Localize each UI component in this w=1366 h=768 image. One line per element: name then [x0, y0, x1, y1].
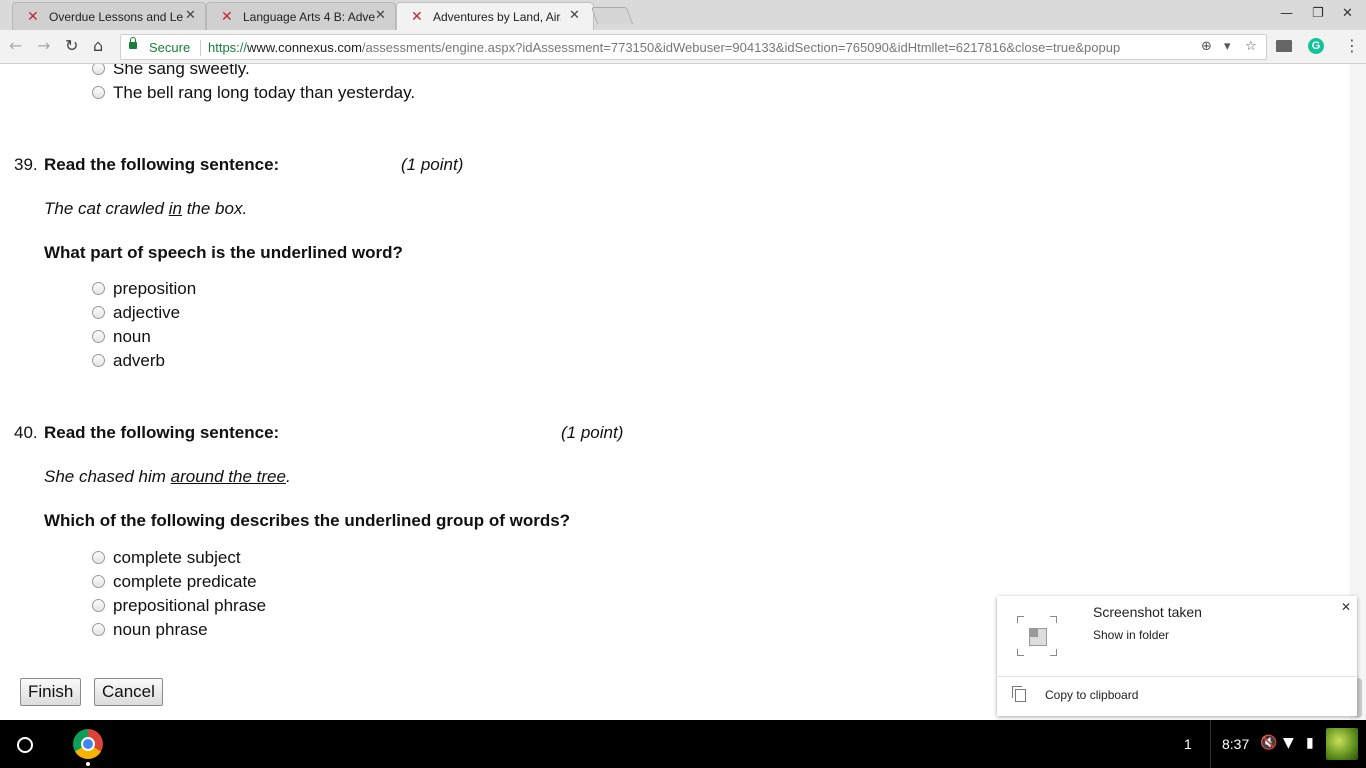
option-label: She sang sweetly.	[113, 64, 250, 78]
option-label: The bell rang long today than yesterday.	[113, 83, 416, 102]
new-tab-button[interactable]	[590, 7, 634, 24]
connexus-logo-icon: ✕	[411, 9, 423, 25]
option-label: prepositional phrase	[113, 596, 267, 615]
secure-label: Secure	[149, 40, 191, 55]
copy-to-clipboard-button[interactable]: Copy to clipboard	[1045, 688, 1138, 703]
radio-button[interactable]	[92, 330, 105, 343]
grammarly-extension-icon[interactable]: G	[1308, 38, 1324, 54]
connexus-logo-icon: ✕	[27, 9, 39, 25]
taskbar: 1 8:37 🔇 ▼ ▮	[0, 720, 1366, 768]
underlined-phrase: around the tree	[170, 467, 286, 486]
question-points: (1 point)	[561, 423, 624, 442]
option-label: complete predicate	[113, 572, 257, 591]
tab-close-icon[interactable]: ✕	[375, 8, 386, 24]
url-path: /assessments/engine.aspx?idAssessment=77…	[361, 40, 1121, 55]
clock[interactable]: 8:37	[1222, 735, 1249, 753]
address-bar[interactable]: Secure https://www.connexus.com/assessme…	[120, 34, 1267, 60]
question-number: 40.	[14, 423, 38, 442]
tab-title: Overdue Lessons and Le	[49, 10, 183, 24]
tab-language-arts[interactable]: ✕ Language Arts 4 B: Adve ✕	[206, 2, 396, 30]
question-sentence: The cat crawled in the box.	[44, 199, 247, 219]
forward-icon[interactable]: →	[37, 37, 50, 55]
url-host: www.connexus.com	[247, 40, 362, 55]
question-heading: Read the following sentence:	[44, 423, 280, 442]
wifi-icon[interactable]: ▼	[1283, 734, 1294, 752]
option-label: adjective	[113, 303, 181, 322]
notification-divider	[997, 676, 1357, 677]
running-indicator	[86, 762, 90, 766]
sentence-text: She chased him	[44, 467, 171, 486]
question-points: (1 point)	[401, 155, 464, 174]
show-in-folder-link[interactable]: Show in folder	[1093, 628, 1169, 643]
radio-button[interactable]	[92, 282, 105, 295]
home-icon[interactable]: ⌂	[93, 37, 103, 55]
tab-title: Language Arts 4 B: Adve	[243, 10, 375, 24]
question-heading: Read the following sentence:	[44, 155, 280, 174]
radio-button[interactable]	[92, 575, 105, 588]
sentence-text: .	[285, 467, 291, 486]
bookmark-star-icon[interactable]: ☆	[1245, 39, 1257, 55]
mail-extension-icon[interactable]	[1276, 40, 1292, 52]
url-text[interactable]: https://www.connexus.com/assessments/eng…	[208, 40, 1194, 56]
cancel-button[interactable]: Cancel	[94, 678, 163, 706]
option-label: noun	[113, 327, 151, 346]
mute-icon[interactable]: 🔇	[1260, 734, 1277, 752]
screenshot-notification: Screenshot taken Show in folder ✕ Copy t…	[997, 596, 1357, 716]
radio-button[interactable]	[92, 86, 105, 99]
tab-adventures[interactable]: ✕ Adventures by Land, Air, ✕	[396, 2, 594, 30]
underlined-word: in	[168, 199, 182, 218]
tab-overdue-lessons[interactable]: ✕ Overdue Lessons and Le ✕	[12, 2, 206, 30]
reload-icon[interactable]: ↻	[65, 37, 78, 55]
radio-button[interactable]	[92, 64, 105, 75]
sentence-text: The cat crawled	[44, 199, 169, 218]
zoom-icon[interactable]: ⊕	[1201, 39, 1212, 55]
notification-count[interactable]: 1	[1184, 735, 1192, 753]
connexus-logo-icon: ✕	[221, 9, 233, 25]
tray-divider	[1210, 720, 1211, 768]
launcher-icon[interactable]	[17, 737, 33, 753]
tab-close-icon[interactable]: ✕	[185, 8, 196, 24]
close-notification-icon[interactable]: ✕	[1341, 600, 1351, 614]
back-icon[interactable]: ←	[9, 37, 22, 55]
browser-menu-icon[interactable]: ⋮	[1344, 37, 1360, 55]
paint-bucket-extension-icon[interactable]: ▾	[1224, 39, 1231, 55]
option-label: preposition	[113, 279, 197, 298]
copy-icon	[1012, 686, 1026, 702]
notification-title: Screenshot taken	[1093, 604, 1202, 620]
screenshot-icon	[1017, 616, 1057, 656]
restore-icon[interactable]: ❐	[1312, 6, 1324, 21]
tab-close-icon[interactable]: ✕	[569, 8, 580, 24]
omnibox-divider	[200, 40, 201, 56]
minimize-icon[interactable]: —	[1280, 6, 1293, 21]
radio-button[interactable]	[92, 599, 105, 612]
avatar[interactable]	[1326, 728, 1358, 760]
tab-title: Adventures by Land, Air,	[433, 10, 561, 24]
option-label: noun phrase	[113, 620, 208, 639]
radio-button[interactable]	[92, 623, 105, 636]
sentence-text: the box.	[181, 199, 248, 218]
question-prompt: What part of speech is the underlined wo…	[44, 243, 403, 262]
question-prompt: Which of the following describes the und…	[44, 511, 571, 530]
option-label: adverb	[113, 351, 165, 370]
radio-button[interactable]	[92, 551, 105, 564]
close-window-icon[interactable]: ✕	[1342, 6, 1353, 21]
question-number: 39.	[14, 155, 38, 174]
tab-strip: ✕ Overdue Lessons and Le ✕ ✕ Language Ar…	[0, 0, 1366, 30]
radio-button[interactable]	[92, 354, 105, 367]
lock-icon	[129, 37, 137, 49]
browser-toolbar: ← → ↻ ⌂ Secure https://www.connexus.com/…	[0, 30, 1366, 64]
url-scheme: https://	[208, 40, 248, 55]
option-label: complete subject	[113, 548, 241, 567]
battery-icon[interactable]: ▮	[1306, 734, 1314, 752]
finish-button[interactable]: Finish	[20, 678, 82, 706]
radio-button[interactable]	[92, 306, 105, 319]
question-sentence: She chased him around the tree.	[44, 467, 291, 487]
chrome-icon[interactable]	[73, 729, 103, 759]
